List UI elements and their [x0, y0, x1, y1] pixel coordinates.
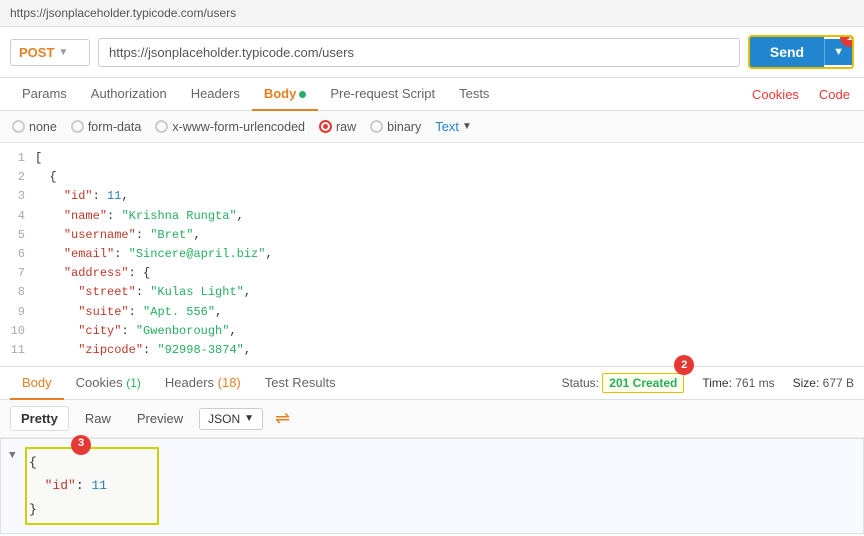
request-row: POST ▼ 1 Send ▼ [0, 27, 864, 78]
code-line-6: 6 "email": "Sincere@april.biz", [0, 245, 864, 264]
radio-none[interactable] [12, 120, 25, 133]
option-binary[interactable]: binary [370, 120, 421, 134]
option-urlencoded[interactable]: x-www-form-urlencoded [155, 120, 305, 134]
code-line-8: 8 "street": "Kulas Light", [0, 283, 864, 302]
code-editor[interactable]: 1 [ 2 { 3 "id": 11, 4 "name": "Krishna R… [0, 143, 864, 367]
status-annotation-wrap: 2 Status: 201 Created [562, 373, 685, 393]
code-link[interactable]: Code [815, 79, 854, 110]
send-button[interactable]: Send [750, 37, 824, 67]
code-line-7: 7 "address": { [0, 264, 864, 283]
text-dropdown-arrow: ▼ [462, 121, 472, 132]
body-dot [299, 91, 306, 98]
resp-tab-headers[interactable]: Headers (18) [153, 367, 253, 400]
json-arrow-icon: ▼ [244, 413, 254, 424]
option-none[interactable]: none [12, 120, 57, 134]
annotation-3: 3 [71, 435, 91, 455]
annotation-2: 2 [674, 355, 694, 375]
method-arrow-icon: ▼ [58, 47, 68, 58]
format-bar: Pretty Raw Preview JSON ▼ ⇌ [0, 400, 864, 438]
request-tabs: Params Authorization Headers Body Pre-re… [0, 78, 864, 111]
fmt-raw[interactable]: Raw [75, 407, 121, 430]
tab-authorization[interactable]: Authorization [79, 78, 179, 111]
wrap-button[interactable]: ⇌ [275, 408, 290, 429]
url-bar: https://jsonplaceholder.typicode.com/use… [0, 0, 864, 27]
resp-tab-test-results[interactable]: Test Results [253, 367, 348, 400]
resp-tab-body[interactable]: Body [10, 367, 64, 400]
text-dropdown[interactable]: Text ▼ [435, 119, 472, 134]
code-line-11: 11 "zipcode": "92998-3874", [0, 341, 864, 360]
radio-urlencoded[interactable] [155, 120, 168, 133]
radio-form-data[interactable] [71, 120, 84, 133]
tab-headers[interactable]: Headers [179, 78, 252, 111]
status-info: 2 Status: 201 Created Time: 761 ms Size:… [562, 373, 854, 393]
radio-raw[interactable] [319, 120, 332, 133]
tab-right-links: Cookies Code [748, 79, 854, 110]
code-line-9: 9 "suite": "Apt. 556", [0, 303, 864, 322]
collapse-toggle[interactable]: ▼ [9, 447, 25, 467]
response-tabs: Body Cookies (1) Headers (18) Test Resul… [0, 367, 864, 400]
url-input[interactable] [98, 38, 740, 67]
code-line-1: 1 [ [0, 149, 864, 168]
code-line-3: 3 "id": 11, [0, 187, 864, 206]
tab-body[interactable]: Body [252, 78, 319, 111]
cookies-badge: (1) [126, 376, 141, 390]
status-label: Status: [562, 376, 599, 390]
tab-pre-request[interactable]: Pre-request Script [318, 78, 447, 111]
method-label: POST [19, 45, 54, 60]
status-value: 201 Created [602, 373, 684, 393]
cookies-link[interactable]: Cookies [748, 79, 803, 110]
resp-line-1: 3 ▼ { "id": 11 } [1, 447, 863, 525]
response-body[interactable]: 3 ▼ { "id": 11 } [0, 438, 864, 534]
option-form-data[interactable]: form-data [71, 120, 142, 134]
send-button-wrap: 1 Send ▼ [748, 35, 854, 69]
code-line-10: 10 "city": "Gwenborough", [0, 322, 864, 341]
json-select[interactable]: JSON ▼ [199, 408, 263, 430]
headers-badge: (18) [218, 375, 241, 390]
fmt-preview[interactable]: Preview [127, 407, 193, 430]
radio-binary[interactable] [370, 120, 383, 133]
code-line-4: 4 "name": "Krishna Rungta", [0, 207, 864, 226]
code-line-5: 5 "username": "Bret", [0, 226, 864, 245]
tab-tests[interactable]: Tests [447, 78, 501, 111]
body-options: none form-data x-www-form-urlencoded raw… [0, 111, 864, 143]
time-info: Time: 761 ms [702, 376, 774, 390]
fmt-pretty[interactable]: Pretty [10, 406, 69, 431]
response-body-wrap: 3 ▼ { "id": 11 } [0, 438, 864, 534]
size-info: Size: 677 B [793, 376, 854, 390]
tab-params[interactable]: Params [10, 78, 79, 111]
url-bar-text: https://jsonplaceholder.typicode.com/use… [10, 6, 236, 20]
method-select[interactable]: POST ▼ [10, 39, 90, 66]
option-raw[interactable]: raw [319, 120, 356, 134]
code-line-2: 2 { [0, 168, 864, 187]
resp-tab-cookies[interactable]: Cookies (1) [64, 367, 153, 400]
